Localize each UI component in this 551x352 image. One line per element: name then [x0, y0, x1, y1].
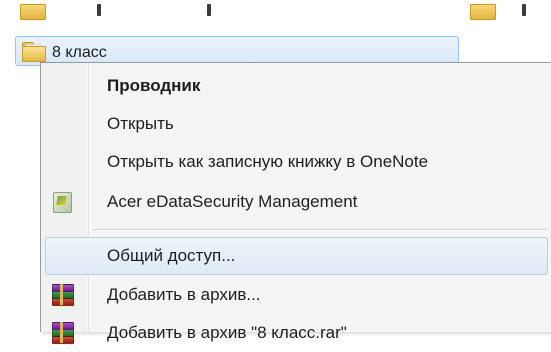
cropped-item-mark [97, 4, 101, 16]
menu-item-acer-edatasecurity[interactable]: Acer eDataSecurity Management [45, 183, 548, 221]
menu-item-add-to-archive-rar[interactable]: Добавить в архив "8 класс.rar" [45, 314, 548, 352]
menu-item-open[interactable]: Открыть [45, 105, 548, 143]
menu-item-label: Общий доступ... [107, 246, 236, 265]
folder-name: 8 класс [52, 45, 107, 57]
cropped-item-mark [522, 4, 526, 16]
menu-item-label: Добавить в архив "8 класс.rar" [107, 323, 347, 342]
cropped-item-mark [207, 4, 211, 16]
menu-item-label: Acer eDataSecurity Management [107, 192, 358, 211]
acer-edatasecurity-icon [51, 191, 73, 213]
winrar-icon [51, 284, 74, 306]
menu-item-label: Добавить в архив... [107, 285, 261, 304]
explorer-window: 8 класс Проводник Открыть Открыть как за… [0, 0, 551, 344]
menu-item-label: Открыть как записную книжку в OneNote [107, 152, 429, 171]
folder-icon [22, 42, 46, 62]
context-menu: Проводник Открыть Открыть как записную к… [40, 62, 551, 344]
folder-icon-cropped[interactable] [20, 0, 46, 20]
menu-item-sharing[interactable]: Общий доступ... [45, 237, 548, 275]
menu-item-label: Открыть [107, 114, 174, 133]
winrar-icon [51, 322, 74, 344]
folder-icon-cropped[interactable] [470, 0, 496, 20]
menu-separator [93, 229, 548, 231]
menu-item-explorer[interactable]: Проводник [45, 67, 548, 105]
menu-item-label: Проводник [107, 76, 201, 95]
menu-item-add-to-archive[interactable]: Добавить в архив... [45, 276, 548, 314]
menu-item-open-onenote[interactable]: Открыть как записную книжку в OneNote [45, 143, 548, 181]
